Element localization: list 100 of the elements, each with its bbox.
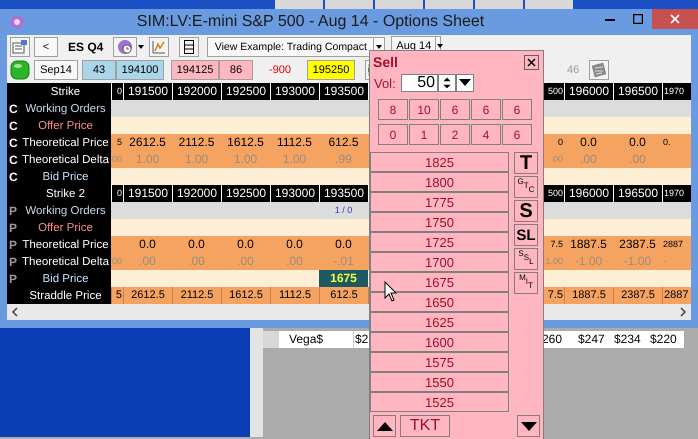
- row-label: Offer Price: [37, 120, 94, 132]
- table-cell: 192000: [172, 185, 221, 202]
- row-label: Strike: [50, 86, 82, 98]
- cursor-icon: [384, 281, 398, 303]
- quantity-button[interactable]: 0: [378, 124, 408, 145]
- order-type-button[interactable]: T: [514, 152, 538, 174]
- spinner-icon[interactable]: [438, 74, 456, 92]
- price-button[interactable]: 1575: [370, 352, 509, 372]
- side-letter: P: [8, 220, 18, 234]
- table-cell-text: -1.00: [622, 253, 652, 270]
- back-button[interactable]: <: [34, 36, 58, 56]
- table-cell: 0: [111, 83, 123, 100]
- table-cell-text: 1.00: [134, 151, 160, 168]
- side-letter: C: [8, 170, 19, 184]
- table-cell-text: 0: [556, 136, 564, 149]
- quote-field: 195250: [307, 60, 355, 80]
- view-dropdown[interactable]: View Example: Trading Compact: [207, 36, 386, 56]
- table-cell-text: 5: [116, 136, 123, 149]
- price-button[interactable]: 1800: [370, 172, 509, 192]
- layout-button[interactable]: [179, 36, 200, 56]
- quantity-button[interactable]: 6: [502, 124, 532, 145]
- price-button[interactable]: 1675: [370, 272, 509, 292]
- price-button[interactable]: 1700: [370, 252, 509, 272]
- table-cell-text: 0.0: [138, 236, 157, 253]
- row-label: Offer Price: [37, 222, 94, 234]
- scroll-right-icon[interactable]: [679, 307, 687, 317]
- quantity-button[interactable]: 6: [502, 99, 532, 120]
- volume-label: Vol:: [374, 76, 397, 90]
- side-letter: P: [8, 272, 18, 286]
- side-letter: P: [8, 204, 18, 218]
- table-cell: 1675: [319, 270, 368, 287]
- row-label: Theoretical Delta: [21, 256, 110, 268]
- scroll-down-button[interactable]: [517, 415, 540, 437]
- table-cell: 196000: [564, 83, 613, 100]
- order-type-button[interactable]: GTC: [514, 176, 538, 198]
- rows-icon: [183, 38, 196, 54]
- quantity-button[interactable]: 2: [440, 124, 470, 145]
- quantity-button[interactable]: 10: [409, 99, 439, 120]
- table-cell: 192000: [172, 83, 221, 100]
- price-button[interactable]: 1525: [370, 392, 509, 412]
- quantity-button[interactable]: 6: [440, 99, 470, 120]
- price-button[interactable]: 1600: [370, 332, 509, 352]
- table-cell-text: $247: [577, 331, 606, 348]
- order-type-button[interactable]: S: [514, 200, 538, 222]
- clock-button[interactable]: [113, 36, 138, 56]
- row-label: Strike 2: [45, 188, 86, 200]
- table-cell-text: -: [662, 255, 667, 268]
- chart-icon: [151, 38, 168, 54]
- table-cell-text: 0.0: [628, 134, 647, 151]
- price-button[interactable]: 1825: [370, 152, 509, 172]
- quantity-button[interactable]: 1: [409, 124, 439, 145]
- caret-icon: [459, 79, 471, 87]
- close-button[interactable]: [524, 54, 539, 70]
- dropdown-button[interactable]: [456, 74, 474, 92]
- table-cell: 196000: [564, 185, 613, 202]
- table-cell-text: 0.0: [187, 236, 206, 253]
- row-label: Theoretical Price: [21, 136, 110, 148]
- scroll-left-icon[interactable]: [11, 307, 19, 317]
- table-cell: 196500: [613, 83, 662, 100]
- row-label: Working Orders: [24, 204, 107, 216]
- up-arrow-icon: [376, 422, 392, 430]
- quantity-button[interactable]: 8: [378, 99, 408, 120]
- price-button[interactable]: 1775: [370, 192, 509, 212]
- table-cell-text: 2612.5: [128, 134, 167, 151]
- table-cell-text: 2887: [662, 238, 684, 251]
- price-button[interactable]: 1550: [370, 372, 509, 392]
- ticket-button[interactable]: TKT: [400, 415, 450, 437]
- close-icon: [527, 58, 536, 66]
- row-label: Theoretical Delta: [21, 154, 110, 166]
- table-cell-text: -.01: [332, 253, 355, 270]
- close-icon: [670, 14, 680, 24]
- quote-field: 86: [219, 60, 253, 80]
- price-button[interactable]: 1750: [370, 212, 509, 232]
- volume-field[interactable]: 50: [401, 74, 438, 92]
- chart-button[interactable]: [149, 36, 170, 56]
- quote-field: -900: [256, 60, 304, 80]
- price-button[interactable]: 1650: [370, 292, 509, 312]
- table-cell-text: .00: [579, 151, 598, 168]
- table-cell-text: 0.0: [579, 134, 598, 151]
- side-letter: P: [8, 254, 18, 268]
- table-cell-text: 1.00: [232, 151, 258, 168]
- scroll-up-button[interactable]: [373, 415, 396, 437]
- order-type-button[interactable]: SSL: [514, 248, 538, 270]
- table-cell-text: .00: [236, 253, 255, 270]
- price-button[interactable]: 1625: [370, 312, 509, 332]
- table-cell: 192500: [221, 185, 270, 202]
- settings-button[interactable]: [10, 36, 30, 56]
- contract-button[interactable]: Sep14: [34, 60, 78, 80]
- price-button[interactable]: 1725: [370, 232, 509, 252]
- quantity-button[interactable]: 4: [471, 124, 501, 145]
- table-cell: 193000: [270, 83, 319, 100]
- table-cell: 196500: [613, 185, 662, 202]
- caret-icon[interactable]: [137, 44, 146, 50]
- quantity-button[interactable]: 6: [471, 99, 501, 120]
- table-cell: $2: [355, 332, 368, 346]
- order-type-button[interactable]: SL: [514, 224, 538, 246]
- order-type-button[interactable]: MIT: [514, 272, 538, 294]
- table-cell-text: 1 / 0: [334, 204, 354, 217]
- panel-title: Sell: [373, 54, 398, 70]
- quote-field: 194125: [171, 60, 219, 80]
